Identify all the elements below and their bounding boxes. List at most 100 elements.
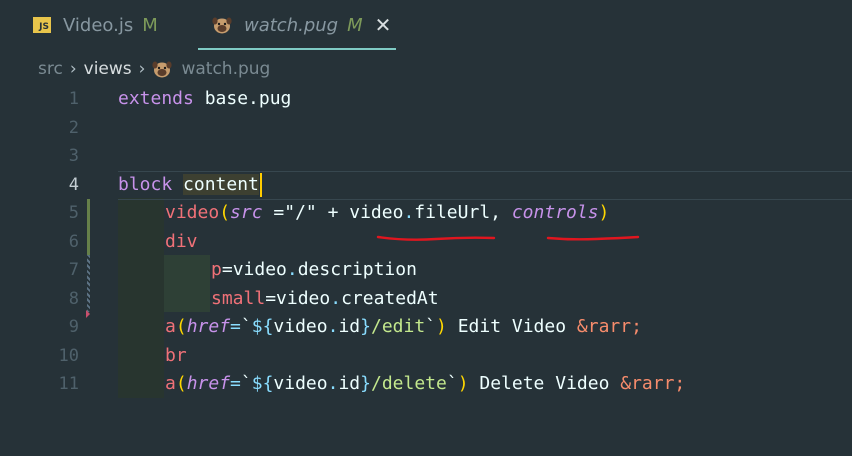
tab-label: watch.pug [244, 14, 339, 36]
line-number: 8 [68, 288, 79, 309]
code-token: video [276, 287, 331, 309]
code-token: . [403, 202, 415, 223]
code-token: ) [436, 316, 447, 337]
code-token: ` [240, 316, 252, 337]
active-tab-indicator [198, 48, 396, 50]
code-token: ` [240, 373, 252, 394]
modified-badge: M [142, 14, 158, 36]
code-token: small [211, 287, 266, 309]
code-line: 5 video(src ="/" + video.fileUrl, contro… [0, 199, 852, 228]
chevron-right-icon: › [69, 59, 77, 79]
code-token: = [265, 287, 277, 309]
line-number: 6 [68, 231, 79, 252]
code-token: p [211, 259, 222, 280]
tab-video-js[interactable]: JS Video.js M [33, 0, 158, 50]
code-token: ( [175, 373, 187, 394]
code-token: video [165, 202, 220, 223]
code-line: 3 [0, 142, 852, 171]
code-line: 1 extends base.pug [0, 85, 852, 114]
code-token: a [165, 316, 176, 337]
line-number: 4 [68, 174, 79, 195]
code-editor[interactable]: 1 extends base.pug 2 3 4 block content 5… [0, 85, 852, 456]
code-token: = [262, 202, 285, 223]
code-token: a [165, 373, 176, 394]
code-token: ` [446, 373, 458, 394]
breadcrumb-file[interactable]: watch.pug [181, 59, 270, 79]
code-token: extends [118, 88, 194, 109]
code-token: . [330, 287, 342, 309]
code-token: video [232, 259, 287, 280]
code-line: 9 a(href=`${video.id}/edit`) Edit Video … [0, 313, 852, 342]
code-token: div [165, 230, 198, 252]
code-token: &rarr; [620, 373, 686, 394]
code-line: 11 a(href=`${video.id}/delete`) Delete V… [0, 370, 852, 399]
pug-icon [152, 60, 173, 78]
code-token: createdAt [341, 287, 439, 309]
code-token: ( [219, 202, 231, 223]
chevron-right-icon: › [138, 59, 146, 79]
code-token: . [327, 316, 339, 337]
code-token: ) [457, 373, 469, 394]
code-token: controls [511, 202, 599, 223]
code-token: &rarr; [576, 316, 642, 337]
code-token: = [221, 259, 233, 280]
line-number: 10 [58, 345, 79, 366]
code-token: content [183, 173, 259, 195]
line-number: 7 [68, 260, 79, 280]
code-token: ${ [251, 316, 274, 337]
code-token: /edit [370, 316, 426, 337]
code-line: 8 small=video.createdAt [0, 285, 852, 314]
tab-label: Video.js [63, 14, 134, 36]
code-line: 2 [0, 114, 852, 143]
line-number: 1 [68, 89, 79, 109]
code-token: . [286, 259, 298, 280]
code-token: video [273, 316, 328, 337]
code-token: fileUrl [414, 202, 491, 223]
tab-watch-pug[interactable]: watch.pug M ✕ [212, 0, 391, 50]
code-line: 10 br [0, 342, 852, 371]
code-token: id [338, 316, 361, 337]
code-token: Delete Video [468, 373, 621, 394]
code-token: , [490, 202, 512, 223]
tab-bar: JS Video.js M watch.pug M ✕ [0, 0, 852, 50]
code-token: = [230, 316, 241, 337]
code-token: "/" [284, 202, 317, 223]
code-token: id [338, 373, 361, 394]
modified-badge: M [347, 14, 363, 36]
code-token: base.pug [193, 88, 292, 109]
code-token: href [186, 316, 231, 337]
code-token: ( [175, 316, 187, 337]
red-underline-annotation [376, 235, 496, 241]
breadcrumb-views[interactable]: views [84, 59, 132, 79]
code-token: + video [316, 202, 404, 223]
breadcrumb-src[interactable]: src [38, 59, 63, 79]
code-token: src [230, 202, 263, 223]
breadcrumb: src › views › watch.pug [38, 55, 270, 83]
line-number: 9 [68, 317, 79, 337]
code-token: ${ [251, 373, 274, 394]
code-token: /delete [370, 373, 447, 394]
code-token: } [360, 373, 371, 394]
code-token: ` [425, 316, 437, 337]
code-token: br [165, 344, 187, 366]
line-number: 11 [58, 374, 79, 394]
code-token: href [186, 373, 231, 394]
js-file-icon: JS [33, 17, 51, 33]
code-token: description [297, 259, 417, 280]
red-underline-annotation [546, 235, 640, 241]
code-token: Edit Video [446, 316, 577, 337]
code-token: video [273, 373, 328, 394]
code-line: 7 p=video.description [0, 256, 852, 285]
code-token: = [230, 373, 241, 394]
close-icon[interactable]: ✕ [375, 13, 392, 37]
line-number: 2 [68, 117, 79, 138]
pug-icon [212, 16, 232, 34]
line-number: 5 [68, 203, 79, 223]
code-token: . [327, 373, 339, 394]
code-token: } [360, 316, 371, 337]
line-number: 3 [68, 146, 79, 166]
code-token: ) [598, 202, 610, 223]
code-line-active: 4 block content [0, 170, 852, 200]
text-cursor [259, 172, 262, 197]
code-token: block [118, 173, 173, 195]
